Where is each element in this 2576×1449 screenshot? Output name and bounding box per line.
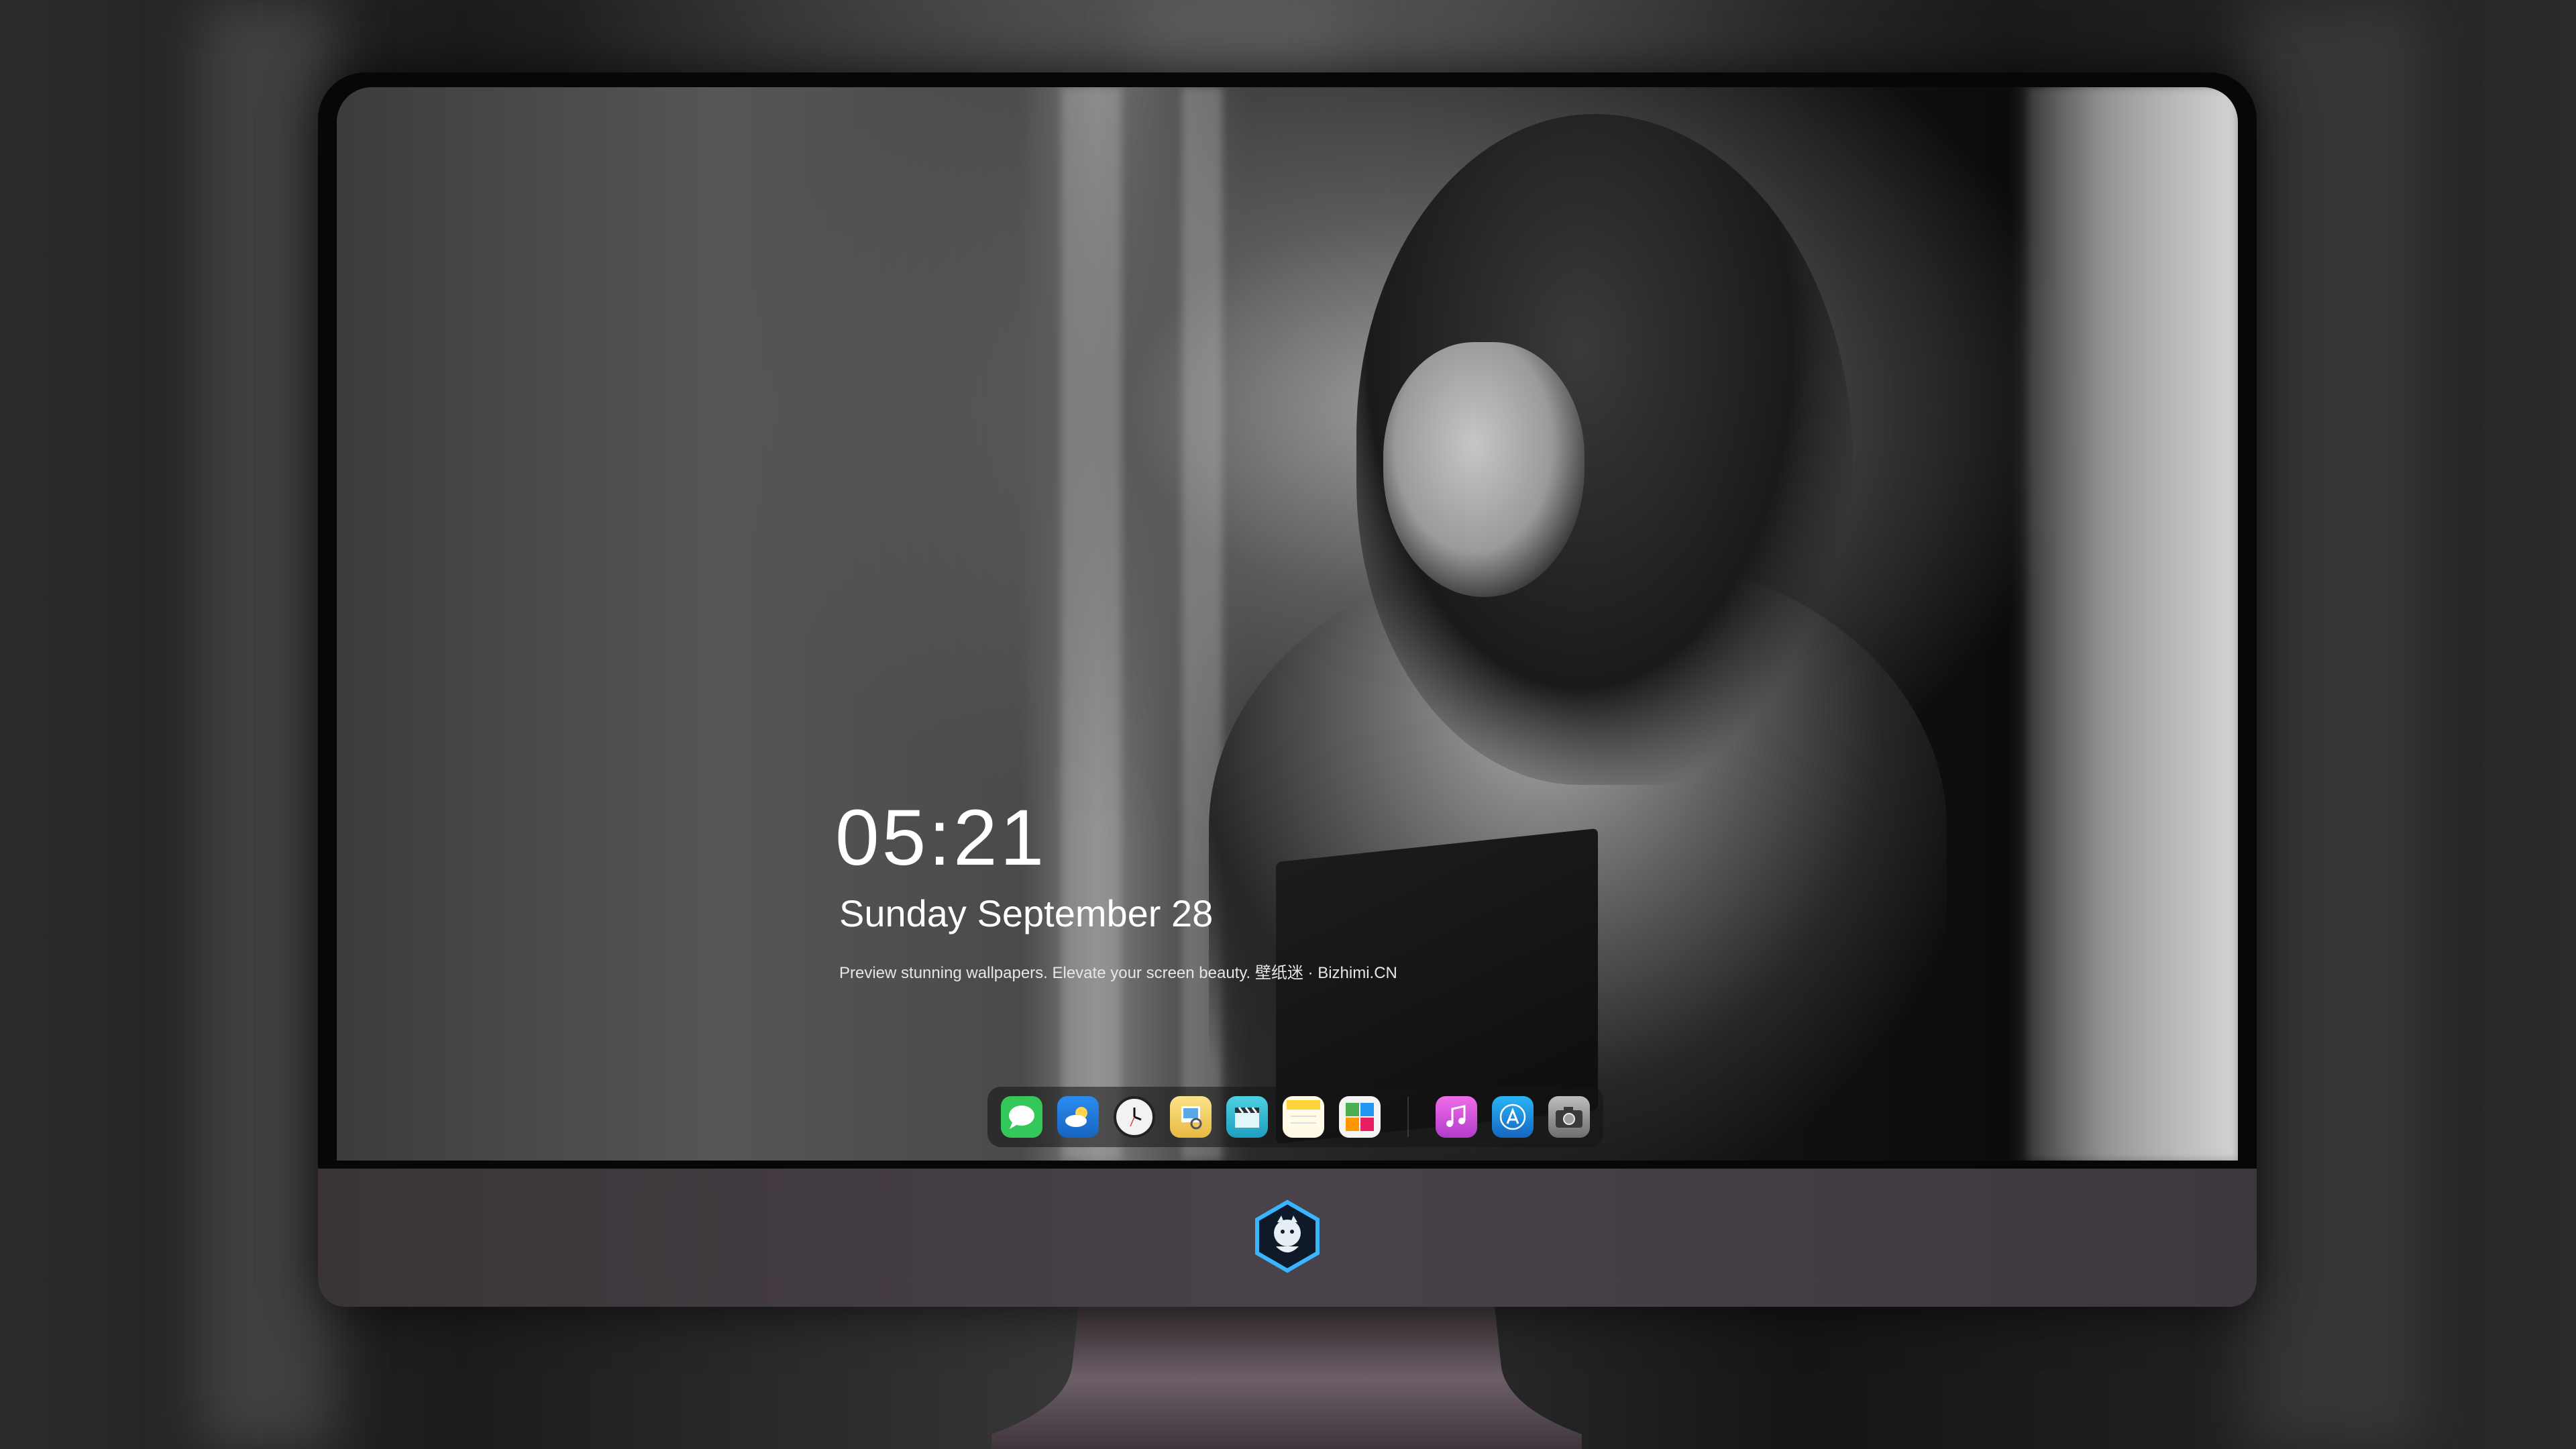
wallpaper-figure-face [1383, 342, 1585, 597]
curtain [1061, 87, 1122, 1161]
lockscreen-clock: 05:21 [835, 794, 1047, 882]
music-icon[interactable] [1436, 1096, 1477, 1138]
curtain [2027, 87, 2238, 1161]
lockscreen-tagline: Preview stunning wallpapers. Elevate you… [839, 964, 1397, 982]
app-store-icon[interactable] [1492, 1096, 1534, 1138]
preview-icon[interactable] [1170, 1096, 1212, 1138]
monitor: 05:21 Sunday September 28 Preview stunni… [318, 72, 2257, 1307]
camera-icon[interactable] [1548, 1096, 1590, 1138]
photo-booth-icon[interactable] [1339, 1096, 1381, 1138]
dock-separator [1407, 1097, 1409, 1137]
screen-wallpaper: 05:21 Sunday September 28 Preview stunni… [337, 87, 2238, 1161]
brand-logo-icon [1250, 1199, 1324, 1273]
backdrop-highlight [2247, 0, 2422, 1449]
clock-icon[interactable] [1114, 1096, 1155, 1138]
backdrop-highlight [201, 0, 335, 1449]
weather-icon[interactable] [1057, 1096, 1099, 1138]
lockscreen-date: Sunday September 28 [839, 892, 1214, 934]
lockscreen-info: 05:21 Sunday September 28 Preview stunni… [835, 798, 1397, 983]
desktop-background: 05:21 Sunday September 28 Preview stunni… [0, 0, 2576, 1449]
clips-icon[interactable] [1226, 1096, 1268, 1138]
monitor-stand [991, 1307, 1582, 1449]
dock [987, 1087, 1603, 1147]
notes-icon[interactable] [1283, 1096, 1324, 1138]
messages-icon[interactable] [1001, 1096, 1042, 1138]
